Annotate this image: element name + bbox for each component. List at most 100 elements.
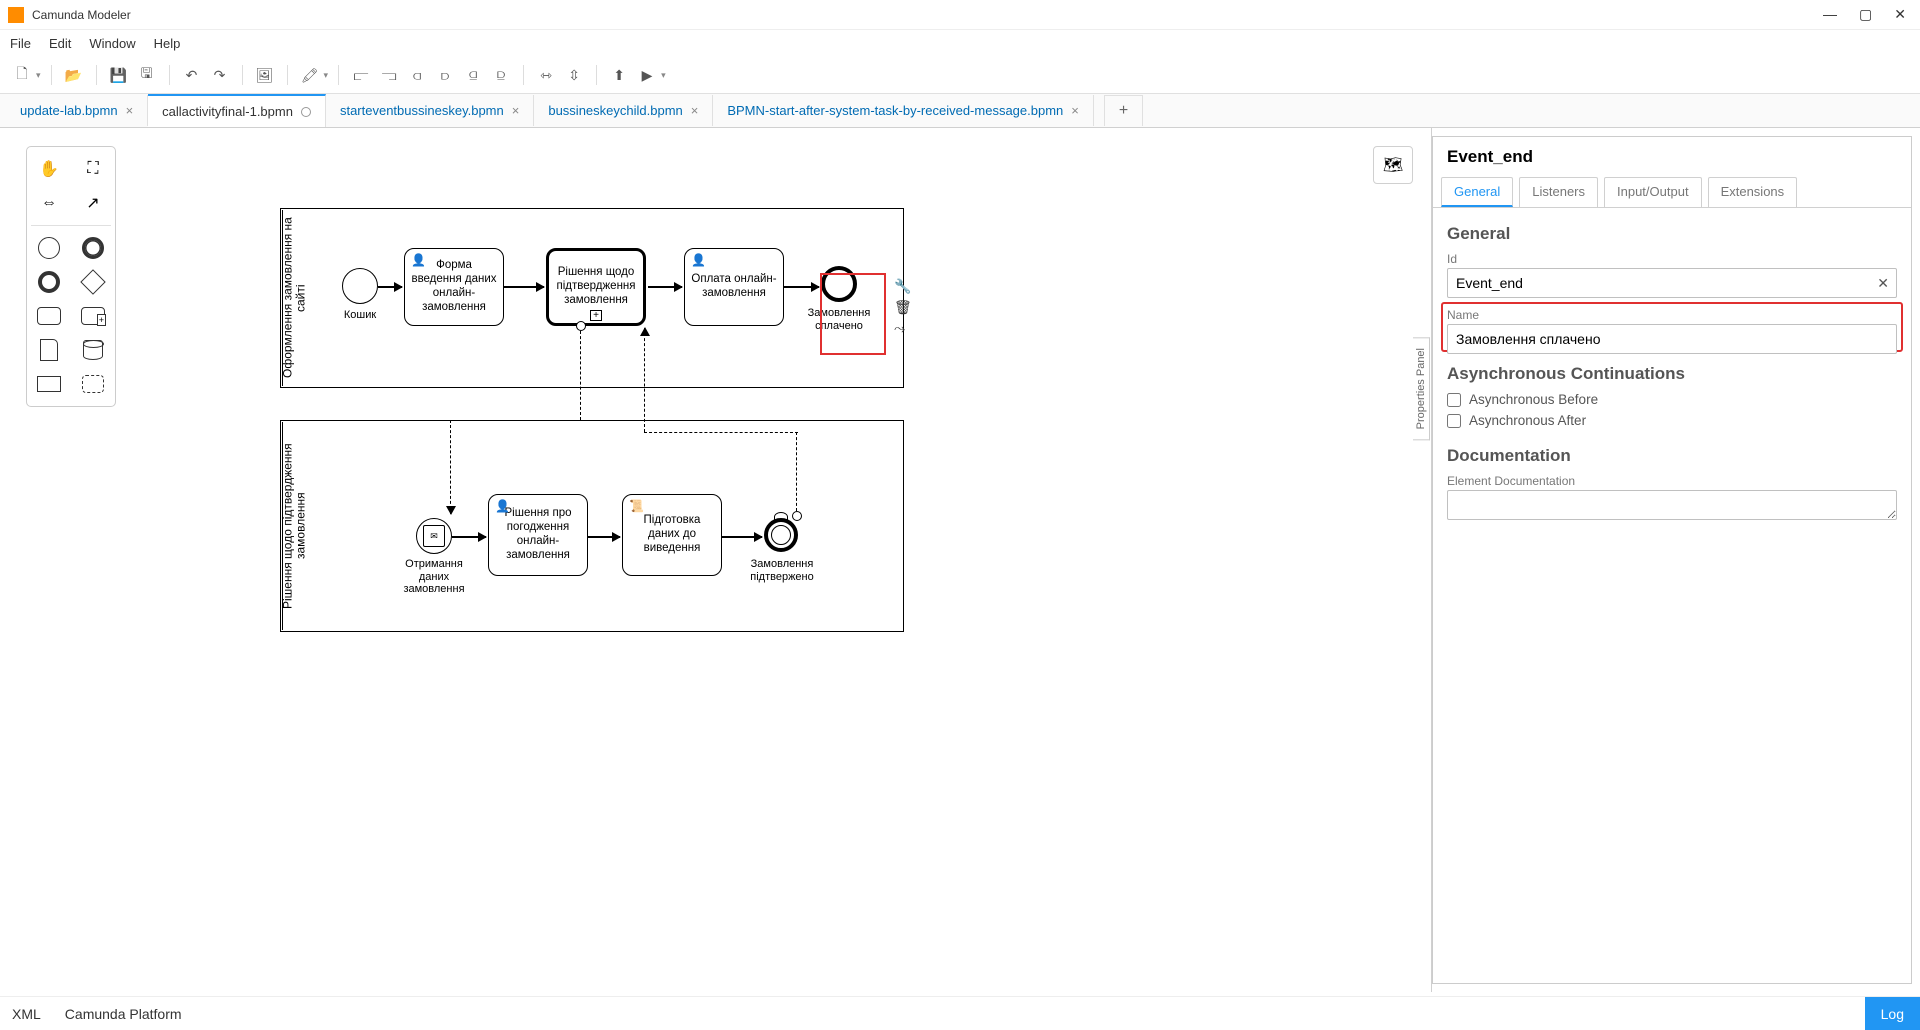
save-button[interactable]: 💾 xyxy=(107,63,131,87)
clear-icon[interactable]: ✕ xyxy=(1877,275,1889,292)
tab-close-icon[interactable]: × xyxy=(512,103,520,118)
tab-2[interactable]: starteventbussineskey.bpmn × xyxy=(326,95,534,126)
user-icon: 👤 xyxy=(691,253,706,267)
redo-button[interactable]: ↷ xyxy=(208,63,232,87)
tab-4[interactable]: BPMN-start-after-system-task-by-received… xyxy=(713,95,1094,126)
checkbox[interactable] xyxy=(1447,414,1461,428)
tab-close-icon[interactable]: × xyxy=(126,103,134,118)
menu-file[interactable]: File xyxy=(10,36,31,51)
status-xml[interactable]: XML xyxy=(12,1006,41,1022)
pool-2[interactable]: Рішення щодо підтвердження замовлення ✉ … xyxy=(280,420,904,632)
tab-close-icon[interactable]: × xyxy=(1071,103,1079,118)
sequence-flow[interactable] xyxy=(588,536,620,538)
selected-element-title: Event_end xyxy=(1433,137,1911,177)
selection-highlight xyxy=(820,273,886,355)
new-tab-button[interactable]: + xyxy=(1104,95,1143,126)
image-button[interactable]: 🖼 xyxy=(253,63,277,87)
align-right-button[interactable]: ⫏ xyxy=(405,63,429,87)
toolbar: 🗋▾ 📂 💾 🖫 ↶ ↷ 🖼 🖍▾ ⫍ ⫎ ⫏ ⫐ ⫑ ⫒ ⇿ ⇳ ⬆ ▶▾ xyxy=(0,57,1920,94)
align-center-button[interactable]: ⫎ xyxy=(377,63,401,87)
menu-edit[interactable]: Edit xyxy=(49,36,71,51)
async-after-checkbox[interactable]: Asynchronous After xyxy=(1447,413,1897,428)
props-tab-general[interactable]: General xyxy=(1441,177,1513,207)
doc-label: Element Documentation xyxy=(1447,474,1897,488)
props-section-async: Asynchronous Continuations xyxy=(1447,364,1897,384)
tab-3[interactable]: bussineskeychild.bpmn× xyxy=(534,95,713,126)
checkbox-label: Asynchronous Before xyxy=(1469,392,1598,407)
menu-help[interactable]: Help xyxy=(154,36,181,51)
undo-button[interactable]: ↶ xyxy=(180,63,204,87)
script-task[interactable]: 📜 Підготовка даних до виведення xyxy=(622,494,722,576)
props-tab-io[interactable]: Input/Output xyxy=(1604,177,1702,207)
close-button[interactable]: ✕ xyxy=(1894,6,1906,23)
doc-textarea[interactable] xyxy=(1447,490,1897,520)
pool-1[interactable]: Оформлення замовлення на сайті Кошик 👤 Ф… xyxy=(280,208,904,388)
deploy-button[interactable]: ⬆ xyxy=(607,63,631,87)
sequence-flow[interactable] xyxy=(452,536,486,538)
tab-label: update-lab.bpmn xyxy=(20,103,118,118)
run-button[interactable]: ▶▾ xyxy=(635,63,666,87)
status-platform[interactable]: Camunda Platform xyxy=(65,1006,182,1022)
checkbox-label: Asynchronous After xyxy=(1469,413,1586,428)
signal-icon xyxy=(774,512,788,522)
new-file-button[interactable]: 🗋▾ xyxy=(10,63,41,87)
props-section-general: General xyxy=(1447,224,1897,244)
properties-panel-handle[interactable]: Properties Panel xyxy=(1413,337,1430,440)
sequence-flow[interactable] xyxy=(722,536,762,538)
id-input[interactable] xyxy=(1447,268,1897,298)
sequence-flow[interactable] xyxy=(504,286,544,288)
sequence-flow[interactable] xyxy=(378,286,402,288)
message-flow xyxy=(450,420,582,421)
save-as-button[interactable]: 🖫 xyxy=(135,63,159,87)
tab-1[interactable]: callactivityfinal-1.bpmn xyxy=(148,94,326,127)
unsaved-icon xyxy=(301,107,311,117)
tab-label: starteventbussineskey.bpmn xyxy=(340,103,504,118)
maximize-button[interactable]: ▢ xyxy=(1859,6,1872,23)
user-task-2[interactable]: 👤 Оплата онлайн-замовлення xyxy=(684,248,784,326)
message-flow xyxy=(450,420,451,514)
minimize-button[interactable]: — xyxy=(1823,6,1837,23)
tab-close-icon[interactable]: × xyxy=(691,103,699,118)
dist-v-button[interactable]: ⇳ xyxy=(562,63,586,87)
start-event-1[interactable] xyxy=(342,268,378,304)
user-icon: 👤 xyxy=(411,253,426,267)
align-left-button[interactable]: ⫍ xyxy=(349,63,373,87)
script-icon: 📜 xyxy=(629,499,644,513)
message-flow[interactable] xyxy=(796,432,797,516)
message-flow[interactable] xyxy=(580,326,581,420)
checkbox[interactable] xyxy=(1447,393,1461,407)
connect-icon[interactable]: ⤳ xyxy=(894,320,912,337)
props-tab-extensions[interactable]: Extensions xyxy=(1708,177,1798,207)
diagram-canvas[interactable]: Оформлення замовлення на сайті Кошик 👤 Ф… xyxy=(0,128,1431,992)
user-task-1[interactable]: 👤 Форма введення даних онлайн-замовлення xyxy=(404,248,504,326)
tab-label: BPMN-start-after-system-task-by-received… xyxy=(727,103,1063,118)
menu-window[interactable]: Window xyxy=(89,36,135,51)
user-task-3[interactable]: 👤 Рішення про погодження онлайн-замовлен… xyxy=(488,494,588,576)
trash-icon[interactable]: 🗑 xyxy=(894,299,912,316)
pool-2-label: Рішення щодо підтвердження замовлення xyxy=(282,422,306,630)
status-bar: XML Camunda Platform Log xyxy=(0,996,1920,1030)
context-pad: 🔧 🗑 ⤳ xyxy=(894,278,912,337)
dist-h-button[interactable]: ⇿ xyxy=(534,63,558,87)
end-event-2[interactable] xyxy=(764,518,798,552)
align-middle-button[interactable]: ⫑ xyxy=(461,63,485,87)
end-event-2-label: Замовлення підтвержено xyxy=(742,558,822,583)
task-label: Оплата онлайн-замовлення xyxy=(691,273,777,301)
id-label: Id xyxy=(1447,252,1897,266)
align-top-button[interactable]: ⫐ xyxy=(433,63,457,87)
align-bottom-button[interactable]: ⫒ xyxy=(489,63,513,87)
message-flow xyxy=(644,328,645,432)
tab-0[interactable]: update-lab.bpmn × xyxy=(6,95,148,126)
log-button[interactable]: Log xyxy=(1865,997,1920,1030)
call-activity[interactable]: Рішення щодо підтвердження замовлення + xyxy=(546,248,646,326)
wrench-icon[interactable]: 🔧 xyxy=(894,278,912,295)
sequence-flow[interactable] xyxy=(784,286,819,288)
name-input[interactable] xyxy=(1447,324,1897,354)
highlight-button[interactable]: 🖍▾ xyxy=(298,63,329,87)
props-tab-listeners[interactable]: Listeners xyxy=(1519,177,1598,207)
async-before-checkbox[interactable]: Asynchronous Before xyxy=(1447,392,1897,407)
app-icon xyxy=(8,7,24,23)
start-event-2[interactable]: ✉ xyxy=(416,518,452,554)
open-button[interactable]: 📂 xyxy=(62,63,86,87)
sequence-flow[interactable] xyxy=(648,286,682,288)
